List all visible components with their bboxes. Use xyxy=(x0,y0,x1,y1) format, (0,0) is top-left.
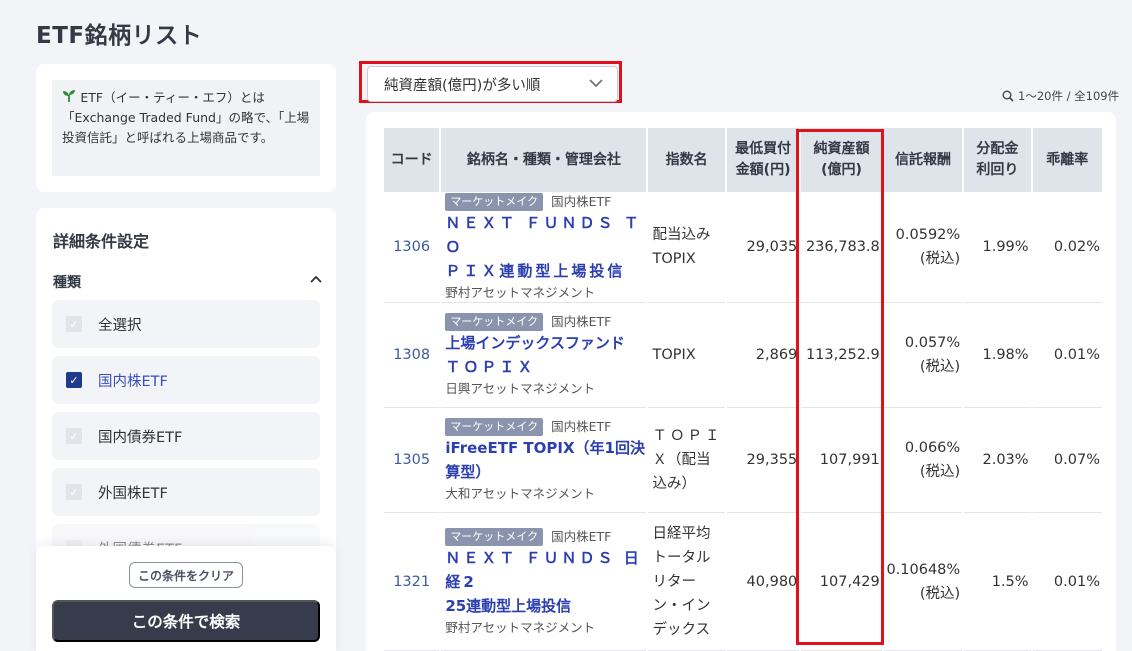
filter-footer: この条件をクリア この条件で検索 xyxy=(36,546,336,651)
cell-min-amount: 29,035 xyxy=(726,192,800,303)
cell-code[interactable]: 1308 xyxy=(384,303,440,408)
option-domestic-bond-etf[interactable]: ✓ 国内債券ETF xyxy=(52,412,320,460)
cell-deviation: 0.02% xyxy=(1032,192,1102,303)
etf-description: ETF（イー・ティー・エフ）とは「Exchange Traded Fund」の略… xyxy=(52,80,320,176)
fund-name-link[interactable]: 上場インデックスファンド ＴＯＰＩＸ xyxy=(445,334,625,376)
fund-name-link[interactable]: iFreeETF TOPIX（年1回決 算型） xyxy=(445,439,645,481)
option-domestic-stock-etf[interactable]: ✓ 国内株ETF xyxy=(52,356,320,404)
cell-index: 日経平均 トータル リター ン・イン デックス xyxy=(648,513,725,651)
header-name: 銘柄名・種類・管理会社 xyxy=(441,128,647,192)
cell-index: ＴＯＰＩ Ｘ（配当 込み） xyxy=(648,408,725,513)
header-code: コード xyxy=(384,128,440,192)
cell-min-amount: 29,355 xyxy=(726,408,800,513)
etf-description-text: ETF（イー・ティー・エフ）とは「Exchange Traded Fund」の略… xyxy=(62,90,310,145)
cell-fee: 0.066% (税込) xyxy=(883,408,963,513)
table-row[interactable]: 1308 マーケットメイク 国内株ETF 上場インデックスファンド ＴＯＰＩＸ 日興… xyxy=(384,303,1102,408)
sort-selected-value: 純資産額(億円)が多い順 xyxy=(384,77,541,94)
cell-net-assets: 107,991 xyxy=(801,408,882,513)
search-icon xyxy=(1002,90,1014,102)
checkbox-icon[interactable]: ✓ xyxy=(66,428,82,444)
cell-yield: 1.99% xyxy=(964,192,1031,303)
cell-fee: 0.10648% (税込) xyxy=(883,513,963,651)
cell-yield: 2.03% xyxy=(964,408,1031,513)
sort-select[interactable]: 純資産額(億円)が多い順 xyxy=(367,66,618,102)
category-label: 国内株ETF xyxy=(551,419,612,434)
fund-name-link[interactable]: ＮＥＸＴ ＦＵＮＤＳ ＴＯ ＰＩＸ連動型上場投信 xyxy=(445,214,641,280)
cell-name: マーケットメイク 国内株ETF ＮＥＸＴ ＦＵＮＤＳ ＴＯ ＰＩＸ連動型上場投信 野… xyxy=(441,192,647,303)
cell-net-assets: 236,783.8 xyxy=(801,192,882,303)
page-title: ETF銘柄リスト xyxy=(36,23,203,49)
cell-fee: 0.0592% (税込) xyxy=(883,192,963,303)
checkbox-icon[interactable]: ✓ xyxy=(66,316,82,332)
market-make-badge: マーケットメイク xyxy=(445,193,544,211)
option-label: 全選択 xyxy=(98,317,142,334)
cell-yield: 1.5% xyxy=(964,513,1031,651)
cell-deviation: 0.07% xyxy=(1032,408,1102,513)
category-label: 国内株ETF xyxy=(551,314,612,329)
cell-deviation: 0.01% xyxy=(1032,303,1102,408)
sprout-icon xyxy=(62,90,80,105)
etf-table: コード 銘柄名・種類・管理会社 指数名 最低買付 金額(円) 純資産額 (億円) 信… xyxy=(382,128,1104,651)
chevron-down-icon xyxy=(589,79,603,88)
header-min-amount: 最低買付 金額(円) xyxy=(726,128,800,192)
market-make-badge: マーケットメイク xyxy=(445,418,544,436)
manager-name: 日興アセットマネジメント xyxy=(445,381,596,396)
search-button[interactable]: この条件で検索 xyxy=(52,600,320,642)
cell-name: マーケットメイク 国内株ETF iFreeETF TOPIX（年1回決 算型） 大和… xyxy=(441,408,647,513)
header-fee: 信託報酬 xyxy=(883,128,963,192)
table-row[interactable]: 1321 マーケットメイク 国内株ETF ＮＥＸＴ ＦＵＮＤＳ 日経2 25連動型上… xyxy=(384,513,1102,651)
header-yield: 分配金 利回り xyxy=(964,128,1031,192)
checkbox-checked-icon[interactable]: ✓ xyxy=(66,372,82,388)
market-make-badge: マーケットメイク xyxy=(445,527,544,546)
result-count-text: 1～20件 / 全109件 xyxy=(1018,89,1120,103)
result-count: 1～20件 / 全109件 xyxy=(1002,88,1119,104)
table-row[interactable]: 1305 マーケットメイク 国内株ETF iFreeETF TOPIX（年1回決算… xyxy=(384,408,1102,513)
chevron-up-icon[interactable] xyxy=(310,274,322,286)
option-label: 国内債券ETF xyxy=(98,429,183,446)
manager-name: 野村アセットマネジメント xyxy=(445,285,596,300)
table-header-row: コード 銘柄名・種類・管理会社 指数名 最低買付 金額(円) 純資産額 (億円) 信… xyxy=(384,128,1102,192)
filter-title: 詳細条件設定 xyxy=(53,232,150,251)
manager-name: 大和アセットマネジメント xyxy=(445,486,596,501)
cell-code[interactable]: 1305 xyxy=(384,408,440,513)
fund-name-link[interactable]: ＮＥＸＴ ＦＵＮＤＳ 日経2 25連動型上場投信 xyxy=(445,549,641,615)
cell-net-assets: 107,429 xyxy=(801,513,882,651)
cell-net-assets: 113,252.9 xyxy=(801,303,882,408)
clear-conditions-button[interactable]: この条件をクリア xyxy=(129,562,243,588)
cell-yield: 1.98% xyxy=(964,303,1031,408)
cell-name: マーケットメイク 国内株ETF ＮＥＸＴ ＦＵＮＤＳ 日経2 25連動型上場投信 野… xyxy=(441,513,647,651)
cell-name: マーケットメイク 国内株ETF 上場インデックスファンド ＴＯＰＩＸ 日興アセットマ… xyxy=(441,303,647,408)
type-section-label: 種類 xyxy=(53,275,81,291)
option-label: 国内株ETF xyxy=(98,373,168,390)
header-deviation: 乖離率 xyxy=(1032,128,1102,192)
checkbox-icon[interactable]: ✓ xyxy=(66,484,82,500)
cell-index: TOPIX xyxy=(648,303,725,408)
cell-min-amount: 40,980 xyxy=(726,513,800,651)
etf-table-card: コード 銘柄名・種類・管理会社 指数名 最低買付 金額(円) 純資産額 (億円) 信… xyxy=(366,112,1116,651)
category-label: 国内株ETF xyxy=(551,528,612,544)
cell-min-amount: 2,869 xyxy=(726,303,800,408)
header-net-assets: 純資産額 (億円) xyxy=(801,128,882,192)
option-select-all[interactable]: ✓ 全選択 xyxy=(52,300,320,348)
cell-code[interactable]: 1306 xyxy=(384,192,440,303)
info-card: ETF（イー・ティー・エフ）とは「Exchange Traded Fund」の略… xyxy=(36,64,336,192)
manager-name: 野村アセットマネジメント xyxy=(445,619,596,635)
option-foreign-stock-etf[interactable]: ✓ 外国株ETF xyxy=(52,468,320,516)
option-label: 外国株ETF xyxy=(98,485,168,502)
market-make-badge: マーケットメイク xyxy=(445,313,544,331)
cell-deviation: 0.01% xyxy=(1032,513,1102,651)
category-label: 国内株ETF xyxy=(551,194,612,209)
table-row[interactable]: 1306 マーケットメイク 国内株ETF ＮＥＸＴ ＦＵＮＤＳ ＴＯ ＰＩＸ連動型上… xyxy=(384,192,1102,303)
header-index: 指数名 xyxy=(648,128,725,192)
cell-index: 配当込み TOPIX xyxy=(648,192,725,303)
cell-fee: 0.057% (税込) xyxy=(883,303,963,408)
cell-code[interactable]: 1321 xyxy=(384,513,440,651)
